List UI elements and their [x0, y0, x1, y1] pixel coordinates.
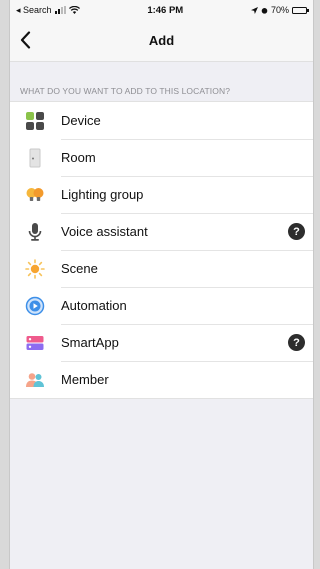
back-button[interactable]	[14, 28, 36, 52]
section-header: WHAT DO YOU WANT TO ADD TO THIS LOCATION…	[20, 86, 231, 96]
signal-icon	[54, 6, 66, 14]
back-app-label: Search	[23, 4, 52, 15]
lighting-group-icon	[25, 185, 45, 205]
list-item-device[interactable]: Device	[10, 102, 313, 139]
battery-percent: 70%	[270, 5, 289, 15]
list-item-label: Scene	[61, 261, 98, 276]
page-title: Add	[148, 33, 175, 48]
status-left: ◂ Search	[16, 5, 80, 16]
automation-icon	[25, 296, 45, 316]
list-item-label: SmartApp	[61, 335, 119, 350]
member-icon	[25, 370, 45, 390]
list-item-label: Room	[61, 150, 96, 165]
list-item-member[interactable]: Member	[10, 361, 313, 398]
location-arrow-icon	[250, 6, 258, 14]
sun-icon	[25, 258, 45, 279]
list-item-smartapp[interactable]: SmartApp ?	[10, 324, 313, 361]
list-item-lighting-group[interactable]: Lighting group	[10, 176, 313, 213]
battery-icon	[291, 6, 309, 14]
navigation-bar: Add	[10, 20, 313, 62]
wifi-icon	[68, 6, 80, 14]
help-icon[interactable]: ?	[288, 223, 305, 240]
back-to-app-indicator[interactable]: ◂ Search	[16, 5, 52, 16]
app-screen: ◂ Search 1:46 PM 70% Add WHAT DO YOU WAN…	[9, 0, 314, 569]
list-item-label: Member	[61, 372, 109, 387]
smartapp-icon	[25, 333, 45, 353]
list-item-label: Lighting group	[61, 187, 144, 202]
list-item-label: Voice assistant	[61, 224, 148, 239]
microphone-icon	[25, 222, 45, 242]
status-bar: ◂ Search 1:46 PM 70%	[10, 0, 313, 20]
status-time: 1:46 PM	[147, 4, 184, 16]
chevron-left-icon	[20, 31, 30, 49]
help-icon[interactable]: ?	[288, 334, 305, 351]
device-icon	[25, 111, 45, 131]
list-item-label: Automation	[61, 298, 127, 313]
list-item-voice-assistant[interactable]: Voice assistant ?	[10, 213, 313, 250]
alarm-icon	[261, 7, 268, 14]
list-item-label: Device	[61, 113, 101, 128]
list-item-room[interactable]: Room	[10, 139, 313, 176]
list-item-automation[interactable]: Automation	[10, 287, 313, 324]
status-right: 70%	[250, 5, 309, 15]
list-item-scene[interactable]: Scene	[10, 250, 313, 287]
add-options-list: Device Room Lighting group Voice assista…	[10, 101, 313, 399]
room-door-icon	[25, 148, 45, 168]
